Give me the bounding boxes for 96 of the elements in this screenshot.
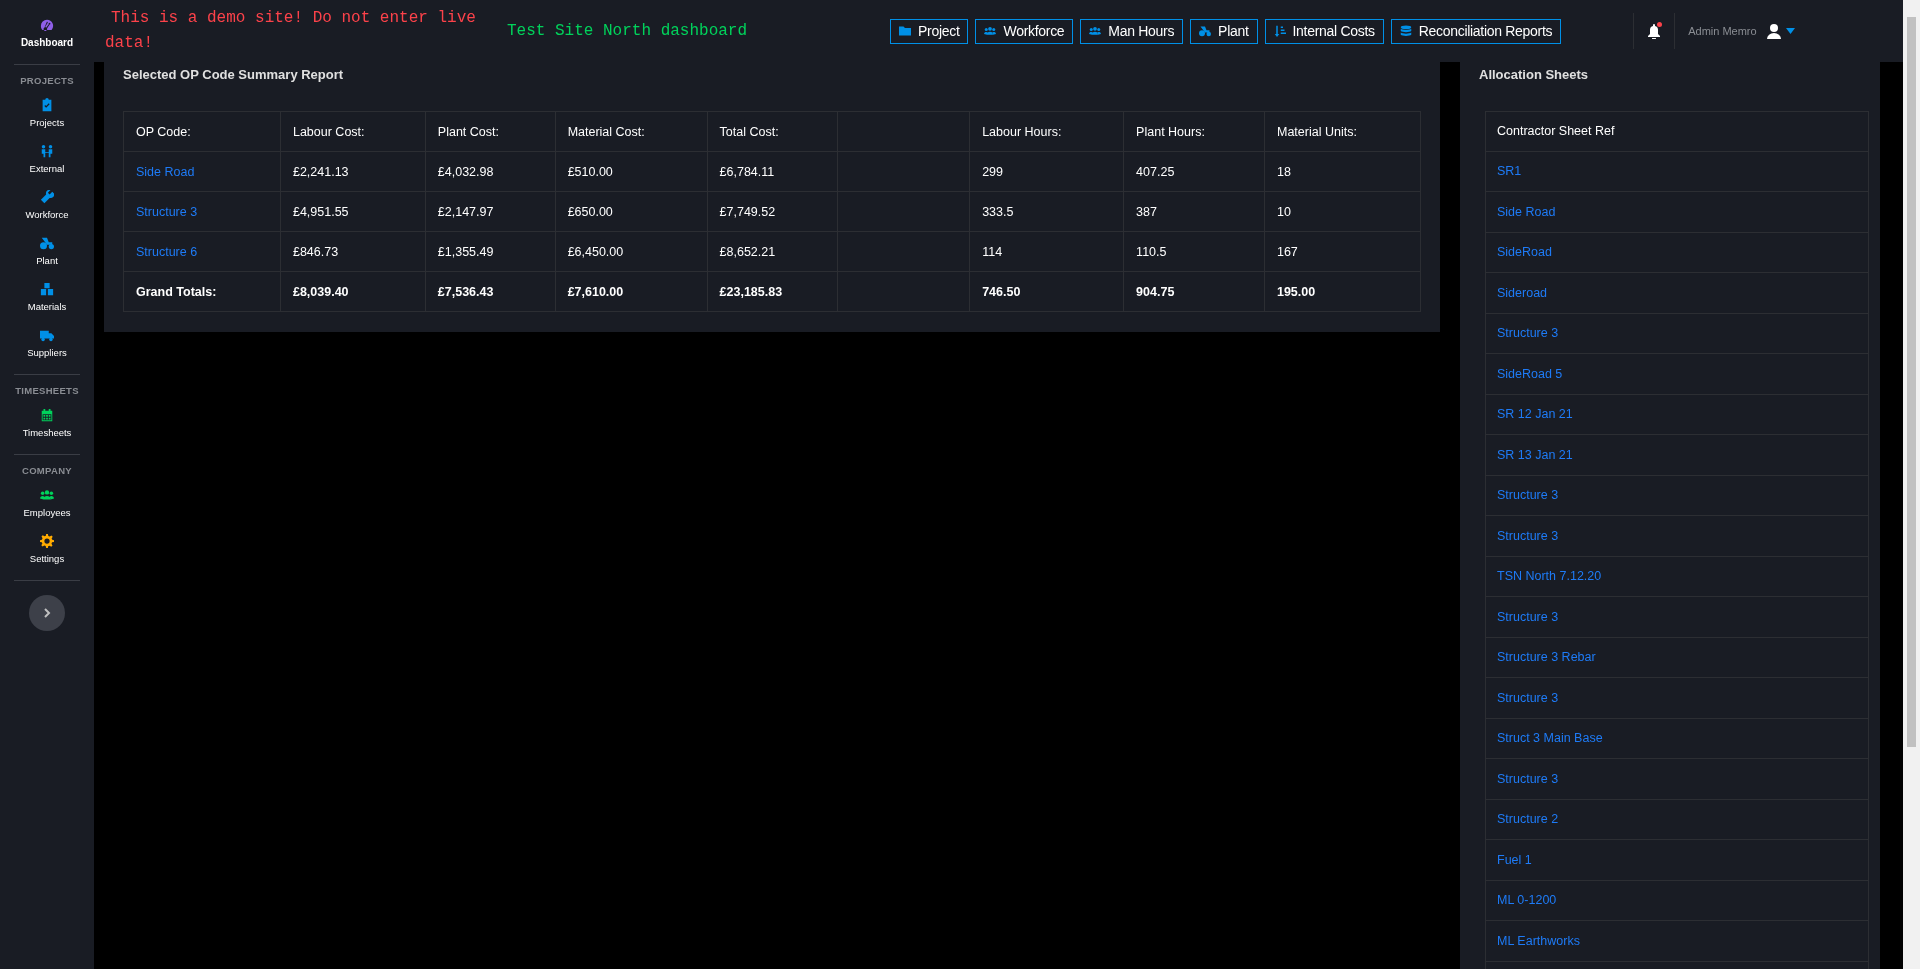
table-cell: £7,610.00	[555, 271, 708, 312]
people-icon	[984, 25, 997, 37]
table-cell: £8,039.40	[280, 271, 426, 312]
table-cell: 18	[1264, 151, 1421, 192]
op-code-link[interactable]: Side Road	[136, 164, 195, 179]
folder-icon	[899, 25, 911, 37]
sidebar-item[interactable]: Suppliers	[0, 322, 94, 368]
sheet-link[interactable]: Structure 3	[1497, 771, 1559, 786]
panel-title: Selected OP Code Summary Report	[123, 66, 345, 84]
nav-button[interactable]: Man Hours	[1080, 18, 1184, 44]
table-cell: 195.00	[1264, 271, 1421, 312]
table-cell: 407.25	[1123, 151, 1265, 192]
list-header: Contractor Sheet Ref	[1485, 111, 1869, 152]
sidebar-item[interactable]: Projects	[0, 92, 94, 138]
site-title: Test Site North dashboard	[507, 22, 749, 40]
table-cell: 333.5	[969, 191, 1124, 232]
sheet-link[interactable]: SideRoad 5	[1497, 366, 1563, 381]
table-cell: 110.5	[1123, 231, 1265, 272]
sidebar-item[interactable]: Timesheets	[0, 402, 94, 448]
sheet-link[interactable]: SR 12 Jan 21	[1497, 407, 1573, 422]
table-cell: £1,355.49	[425, 231, 556, 272]
nav-button[interactable]: Reconciliation Reports	[1390, 18, 1562, 44]
table-cell: £510.00	[555, 151, 708, 192]
expand-button[interactable]	[29, 595, 65, 631]
table-cell: £2,241.13	[280, 151, 426, 192]
chevron-right-icon	[42, 608, 52, 618]
section-heading: COMPANY	[22, 465, 72, 476]
table-cell: £7,536.43	[425, 271, 556, 312]
table-cell: 167	[1264, 231, 1421, 272]
table-cell: 10	[1264, 191, 1421, 232]
sidebar-item[interactable]: Settings	[0, 528, 94, 574]
sidebar-item[interactable]: Employees	[0, 482, 94, 528]
user-icon	[1766, 23, 1781, 39]
table-cell: £650.00	[555, 191, 708, 232]
section-heading: TIMESHEETS	[15, 385, 79, 396]
table-cell: £846.73	[280, 231, 426, 272]
sort-icon	[1273, 25, 1286, 37]
scrollbar-thumb[interactable]	[1907, 17, 1916, 747]
table-cell: OP Code:	[123, 111, 281, 152]
people-icon	[1089, 25, 1102, 37]
sidebar-item[interactable]: Materials	[0, 276, 94, 322]
database-icon	[1399, 25, 1412, 37]
sidebar-item[interactable]: Workforce	[0, 184, 94, 230]
sheet-link[interactable]: Sideroad	[1497, 285, 1548, 300]
table-cell: 114	[969, 231, 1124, 272]
sheet-link[interactable]: TSN North 7.12.20	[1497, 569, 1602, 584]
table-cell: £6,450.00	[555, 231, 708, 272]
table-cell: Plant Hours:	[1123, 111, 1265, 152]
table-cell: Total Cost:	[707, 111, 838, 152]
table-cell: Labour Cost:	[280, 111, 426, 152]
nav-button[interactable]: Internal Costs	[1264, 18, 1384, 44]
table-cell: 387	[1123, 191, 1265, 232]
table-cell: £7,749.52	[707, 191, 838, 232]
sheet-link[interactable]: ML Earthworks	[1497, 933, 1580, 948]
sheet-link[interactable]: SideRoad	[1497, 245, 1552, 260]
sheet-link[interactable]: SR1	[1497, 164, 1522, 179]
table-cell: Plant Cost:	[425, 111, 556, 152]
user-name: Admin Memro	[1688, 25, 1757, 37]
table-cell: £6,784.11	[707, 151, 838, 192]
table-cell: 904.75	[1123, 271, 1265, 312]
table-cell: 299	[969, 151, 1124, 192]
sheet-link[interactable]: Structure 3	[1497, 609, 1559, 624]
nav-button[interactable]: Workforce	[975, 18, 1074, 44]
sheet-link[interactable]: SR 13 Jan 21	[1497, 447, 1573, 462]
table-cell: Material Units:	[1264, 111, 1421, 152]
nav-button[interactable]: Project	[890, 18, 969, 44]
section-heading: PROJECTS	[20, 75, 74, 86]
sheet-link[interactable]: Structure 2	[1497, 812, 1559, 827]
sidebar-item[interactable]: Dashboard	[0, 12, 94, 58]
caret-icon	[1785, 28, 1795, 34]
sheet-link[interactable]: ML 0-1200	[1497, 893, 1557, 908]
nav-button[interactable]: Plant	[1190, 18, 1258, 44]
demo-warning: This is a demo site! Do not enter live data!	[105, 8, 477, 54]
table-cell: £2,147.97	[425, 191, 556, 232]
sheet-link[interactable]: Structure 3	[1497, 326, 1559, 341]
table-cell: £23,185.83	[707, 271, 838, 312]
table-cell: £4,951.55	[280, 191, 426, 232]
bell-icon	[1647, 23, 1662, 39]
table-cell: £8,652.21	[707, 231, 838, 272]
sidebar-item[interactable]: Plant	[0, 230, 94, 276]
sheet-link[interactable]: Structure 3	[1497, 690, 1559, 705]
sheet-link[interactable]: Structure 3	[1497, 528, 1559, 543]
op-code-link[interactable]: Structure 6	[136, 244, 198, 259]
sheet-link[interactable]: Side Road	[1497, 204, 1556, 219]
panel-title: Allocation Sheets	[1479, 66, 1590, 84]
table-cell: Labour Hours:	[969, 111, 1124, 152]
table-cell: £4,032.98	[425, 151, 556, 192]
table-cell: Material Cost:	[555, 111, 708, 152]
op-code-link[interactable]: Structure 3	[136, 204, 198, 219]
sheet-link[interactable]: Struct 3 Main Base	[1497, 731, 1603, 746]
sheet-link[interactable]: Structure 3	[1497, 488, 1559, 503]
table-cell: 746.50	[969, 271, 1124, 312]
sheet-link[interactable]: Fuel 1	[1497, 852, 1532, 867]
sidebar-item[interactable]: External	[0, 138, 94, 184]
sheet-link[interactable]: Structure 3 Rebar	[1497, 650, 1596, 665]
table-cell: Grand Totals:	[123, 271, 281, 312]
